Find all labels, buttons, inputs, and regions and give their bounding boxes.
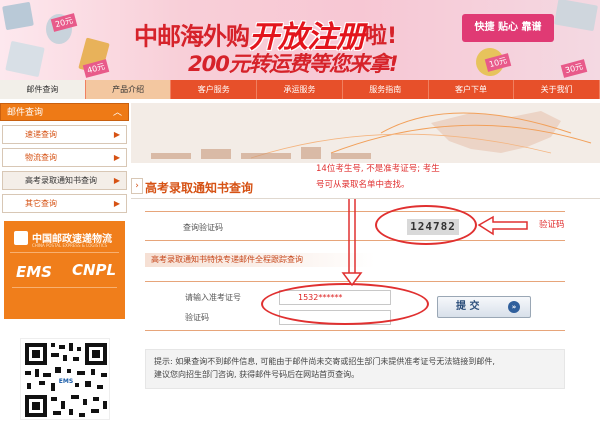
nav-item-products[interactable]: 产品介绍 xyxy=(85,80,172,99)
nav-item-customer-service[interactable]: 客户服务 xyxy=(171,80,258,99)
sidebar-item-admission-notice-query[interactable]: 高考录取通知书查询 ▶ xyxy=(2,171,127,190)
verify-code-label: 查询验证码 xyxy=(183,223,223,232)
ems-logo-text: EMS xyxy=(16,263,52,281)
verify-code-input-label: 验证码 xyxy=(185,313,209,322)
chevron-right-icon: › xyxy=(131,178,143,194)
map-decoration xyxy=(131,103,600,163)
notice-box: 提示: 如果查询不到邮件信息, 可能由于邮件尚未交寄或招生部门未提供准考证号无法… xyxy=(145,349,565,389)
sidebar-item-other-query[interactable]: 其它查询 ▶ xyxy=(2,194,127,213)
page-title: 高考录取通知书查询 xyxy=(145,181,254,195)
nav-item-about-us[interactable]: 关于我们 xyxy=(514,80,600,99)
sidebar: 邮件查询 ︿ 速递查询 ▶ 物流查询 ▶ 高考录取通知书查询 ▶ 其它查询 ▶ … xyxy=(0,103,129,423)
sidebar-item-label: 其它查询 xyxy=(25,199,57,208)
triangle-right-icon: ▶ xyxy=(113,199,120,208)
notice-line: 建议您向招生部门咨询, 获得邮件号码后在网站首页查询。 xyxy=(154,370,360,379)
sidebar-item-label: 高考录取通知书查询 xyxy=(25,176,97,185)
sidebar-header-label: 邮件查询 xyxy=(7,108,44,118)
cnpl-logo-text: CNPL xyxy=(72,261,117,279)
double-chevron-right-icon: » xyxy=(508,301,520,313)
sidebar-item-logistics-query[interactable]: 物流查询 ▶ xyxy=(2,148,127,167)
qr-code-image: EMS xyxy=(20,338,110,420)
banner-subline: 200元转运费等您来拿! xyxy=(188,52,398,76)
nav-item-place-order[interactable]: 客户下单 xyxy=(429,80,515,99)
triangle-right-icon: ▶ xyxy=(113,153,120,162)
qr-code-icon: EMS xyxy=(25,343,107,417)
gift-image xyxy=(2,1,34,31)
annotation-verify-label: 验证码 xyxy=(539,220,565,230)
submit-button[interactable]: 提 交 » xyxy=(437,296,531,318)
notice-line: 提示: 如果查询不到邮件信息, 可能由于邮件尚未交寄或招生部门未提供准考证号无法… xyxy=(154,357,495,366)
verify-code-row: 查询验证码 124782 xyxy=(145,211,565,241)
nav-item-service-guide[interactable]: 服务指南 xyxy=(343,80,429,99)
sidebar-item-express-query[interactable]: 速递查询 ▶ xyxy=(2,125,127,144)
chevron-up-icon: ︿ xyxy=(112,108,122,118)
triangle-right-icon: ▶ xyxy=(113,176,120,185)
highlight-ellipse xyxy=(261,283,429,325)
tablet-image xyxy=(554,0,598,32)
logo-divider xyxy=(12,287,117,309)
submit-button-label: 提 交 xyxy=(456,301,480,312)
annotation-line: 14位考生号, 不是准考证号; 考生 xyxy=(316,164,440,174)
sidebar-item-label: 速递查询 xyxy=(25,130,57,139)
ems-logo-panel[interactable]: 中国邮政速递物流 CHINA POSTAL EXPRESS & LOGISTIC… xyxy=(4,221,125,319)
promo-banner[interactable]: 20元 40元 10元 30元 中邮海外购开放注册啦! 200元转运费等您来拿!… xyxy=(0,0,600,80)
svg-text:EMS: EMS xyxy=(59,378,73,385)
divider xyxy=(131,198,600,199)
triangle-right-icon: ▶ xyxy=(113,130,120,139)
highlight-ellipse xyxy=(375,205,477,245)
banner-headline-part: 啦! xyxy=(365,24,398,49)
nav-item-carrier-service[interactable]: 承运服务 xyxy=(257,80,343,99)
sidebar-item-label: 物流查询 xyxy=(25,153,57,162)
world-map-icon xyxy=(151,111,592,159)
annotation-note: 14位考生号, 不是准考证号; 考生 号可从录取名单中查找。 xyxy=(316,161,496,193)
price-tag: 30元 xyxy=(560,59,588,78)
banner-headline-part: 中邮海外购 xyxy=(134,22,250,51)
sidebar-header[interactable]: 邮件查询 ︿ xyxy=(0,103,129,121)
logo-en-name: CHINA POSTAL EXPRESS & LOGISTICS xyxy=(32,243,108,248)
banner-slogan: 快捷 贴心 靠谱 xyxy=(462,14,554,42)
main-nav: 邮件查询 产品介绍 客户服务 承运服务 服务指南 客户下单 关于我们 xyxy=(0,80,600,99)
main-content: › 高考录取通知书查询 查询验证码 124782 高考录取通知书特快专递邮件全程… xyxy=(131,99,600,423)
annotation-line: 号可从录取名单中查找。 xyxy=(316,180,410,190)
china-post-logo-icon xyxy=(14,231,28,245)
section-title: 高考录取通知书特快专递邮件全程跟踪查询 xyxy=(145,253,375,267)
nav-item-mail-query[interactable]: 邮件查询 xyxy=(0,80,86,99)
gift-image xyxy=(5,40,45,78)
exam-number-label: 请输入准考证号 xyxy=(185,293,241,302)
